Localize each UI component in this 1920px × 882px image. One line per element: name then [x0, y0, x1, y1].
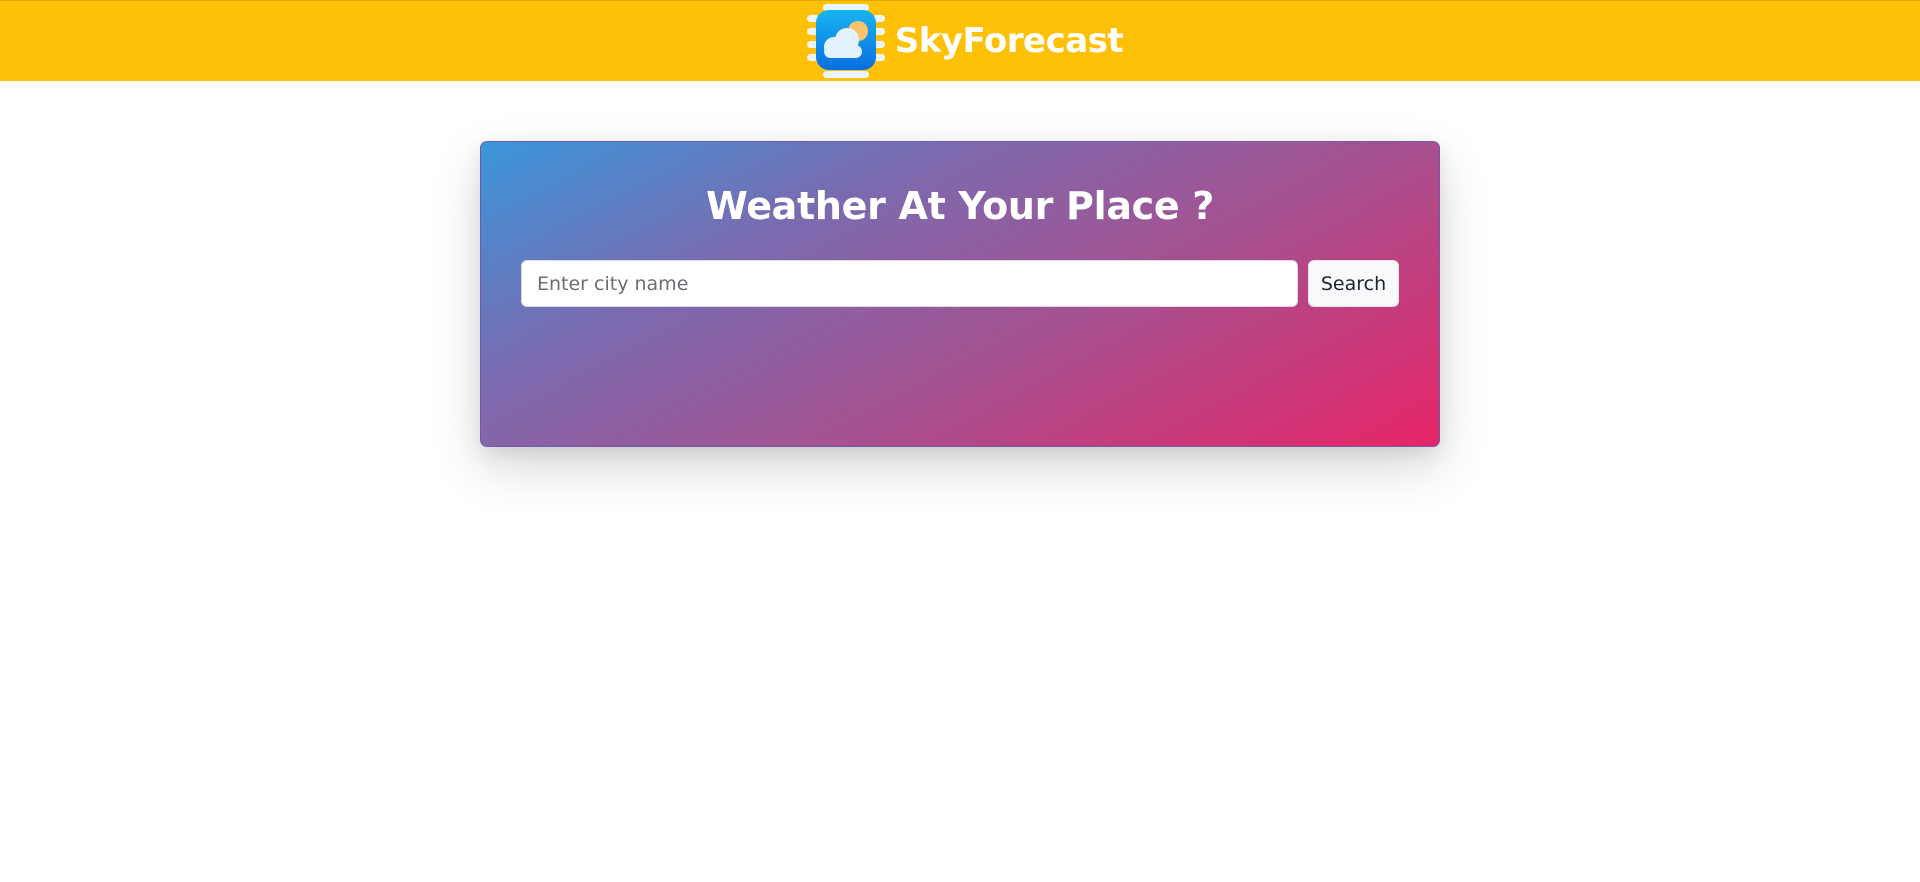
weather-search-card: Weather At Your Place ? Search — [480, 141, 1440, 447]
city-search-input[interactable] — [521, 260, 1298, 307]
card-title: Weather At Your Place ? — [705, 184, 1215, 228]
brand-name: SkyForecast — [894, 21, 1124, 61]
brand-link[interactable]: SkyForecast — [806, 1, 1124, 81]
weather-app-icon — [806, 4, 885, 78]
navbar: SkyForecast — [0, 0, 1920, 81]
search-button[interactable]: Search — [1308, 260, 1399, 307]
